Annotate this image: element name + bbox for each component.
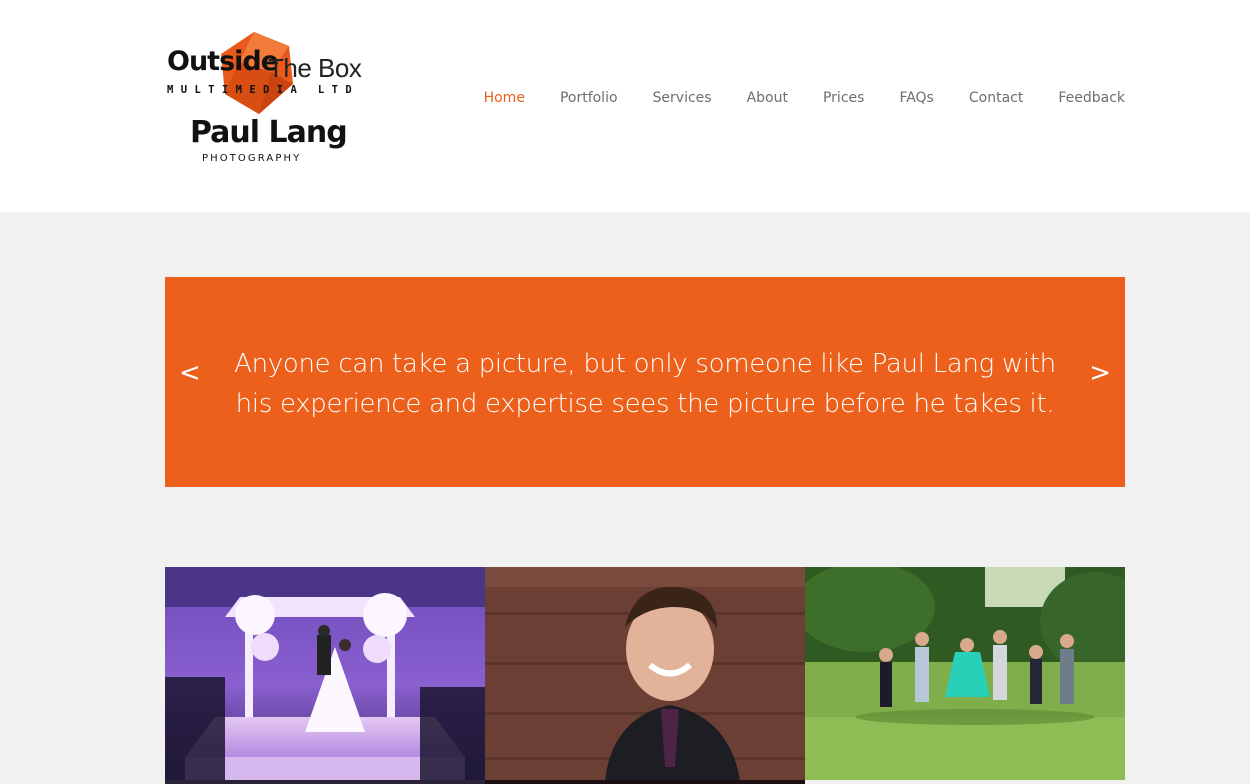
quote-banner: < Anyone can take a picture, but only so… — [165, 277, 1125, 487]
nav-prices[interactable]: Prices — [823, 89, 864, 107]
nav-faqs[interactable]: FAQs — [899, 89, 933, 107]
photo-gallery — [165, 567, 1125, 784]
gallery-photo-wedding[interactable] — [165, 567, 485, 780]
gallery-photo-portrait[interactable] — [485, 567, 805, 780]
gallery-photo-garden[interactable] — [805, 567, 1125, 780]
nav-home[interactable]: Home — [484, 89, 525, 107]
nav-portfolio[interactable]: Portfolio — [560, 89, 618, 107]
logo-text-name: Paul Lang — [190, 115, 348, 150]
gallery-next-row-edge — [165, 780, 1125, 784]
nav-contact[interactable]: Contact — [969, 89, 1023, 107]
quote-text: Anyone can take a picture, but only some… — [234, 349, 1056, 419]
main-nav: Home Portfolio Services About Prices FAQ… — [449, 89, 1125, 107]
logo-text-multimedia: MULTIMEDIA LTD — [167, 84, 360, 96]
logo-text-the-box: The Box — [268, 53, 362, 83]
site-header: Outside The Box MULTIMEDIA LTD Paul Lang… — [0, 0, 1250, 212]
nav-about[interactable]: About — [747, 89, 788, 107]
nav-services[interactable]: Services — [653, 89, 712, 107]
nav-feedback[interactable]: Feedback — [1058, 89, 1125, 107]
next-arrow-button[interactable]: > — [1089, 353, 1111, 393]
logo-text-photography: PHOTOGRAPHY — [202, 153, 302, 164]
logo-text-outside: Outside — [167, 46, 279, 77]
site-logo[interactable]: Outside The Box MULTIMEDIA LTD Paul Lang… — [165, 30, 365, 170]
prev-arrow-button[interactable]: < — [179, 353, 201, 393]
